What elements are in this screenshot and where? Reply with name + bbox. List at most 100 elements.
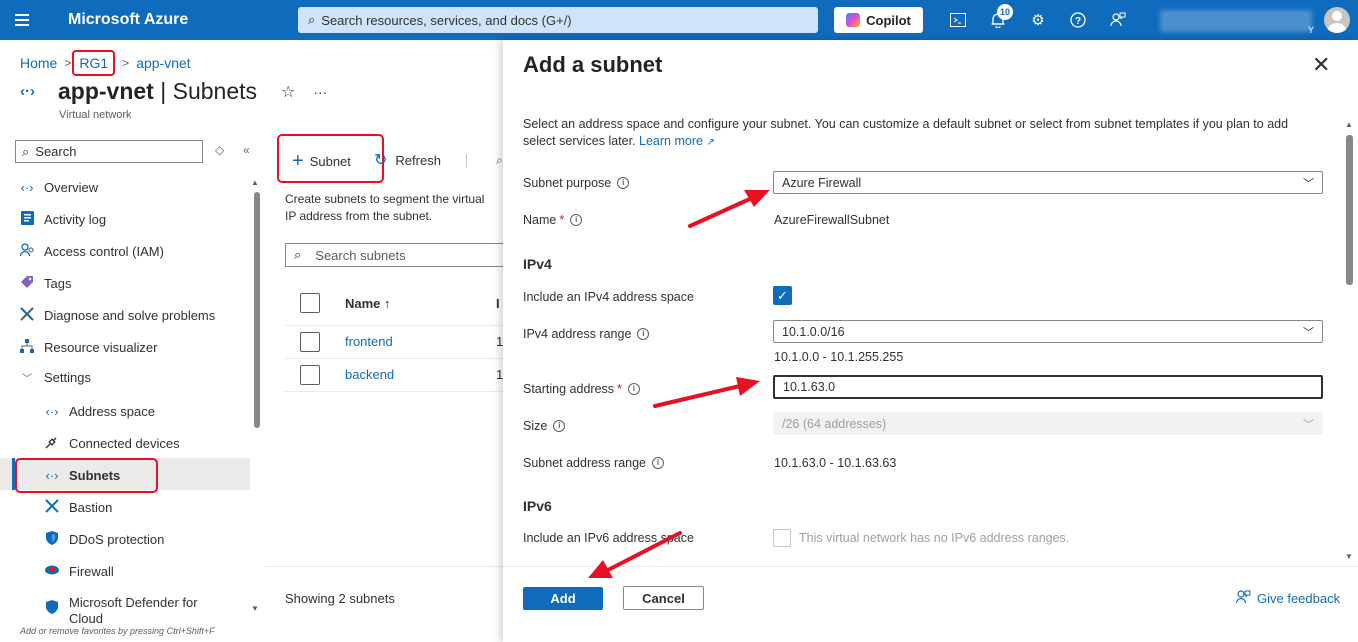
vnet-icon: ‹·›: [20, 83, 35, 100]
sidebar-item-defender[interactable]: Microsoft Defender for Cloud: [42, 590, 249, 626]
search-icon: ⌕: [294, 247, 302, 262]
nav-scroll-up-icon[interactable]: ▲: [251, 178, 259, 187]
subnet-range-label: Subnet address range i: [523, 456, 665, 470]
copilot-icon: [846, 13, 861, 27]
breadcrumb-separator-icon: >: [64, 56, 72, 70]
info-icon[interactable]: i: [570, 214, 583, 226]
sidebar-item-address-space[interactable]: ‹·› Address space: [42, 397, 249, 425]
size-label: Size i: [523, 419, 566, 433]
copilot-label: Copilot: [866, 12, 911, 28]
row-checkbox-backend[interactable]: [300, 365, 320, 385]
page-header: ‹·› app-vnet | Subnets ☆ ···: [20, 78, 327, 105]
hamburger-icon[interactable]: [0, 0, 44, 40]
sidebar-item-diagnose[interactable]: Diagnose and solve problems: [17, 301, 249, 329]
sidebar-item-iam[interactable]: Access control (IAM): [17, 237, 249, 265]
tag-icon: [17, 275, 37, 292]
copilot-button[interactable]: Copilot: [834, 7, 923, 33]
vnet-icon: ‹·›: [20, 179, 34, 195]
refresh-icon: ↻: [374, 152, 388, 169]
column-header-ip[interactable]: I: [496, 296, 500, 311]
row-checkbox-frontend[interactable]: [300, 332, 320, 352]
collapse-nav-icon[interactable]: «: [243, 143, 250, 157]
size-dropdown[interactable]: /26 (64 addresses) ﹀: [773, 412, 1323, 435]
add-subnet-highlight-box: [277, 134, 384, 183]
column-header-name[interactable]: Name ↑: [345, 296, 391, 311]
ipv4-range-dropdown[interactable]: 10.1.0.0/16 ﹀: [773, 320, 1323, 343]
panel-scroll-up-icon[interactable]: ▲: [1345, 120, 1353, 129]
info-icon[interactable]: i: [617, 177, 630, 189]
learn-more-link[interactable]: Learn more ↗: [639, 134, 715, 148]
close-icon[interactable]: ✕: [1312, 52, 1330, 78]
sidebar-group-settings[interactable]: ﹀ Settings: [17, 363, 249, 391]
sidebar-item-bastion[interactable]: Bastion: [42, 493, 249, 521]
subnet-range-value: 10.1.63.0 - 10.1.63.63: [774, 456, 897, 470]
select-all-checkbox[interactable]: [300, 293, 320, 313]
chevron-down-icon: ﹀: [1303, 178, 1314, 190]
info-icon[interactable]: i: [637, 328, 650, 340]
ipv6-disabled-text: This virtual network has no IPv6 address…: [799, 531, 1070, 545]
nav-sort-icon[interactable]: ◇: [215, 143, 224, 157]
refresh-button[interactable]: ↻ Refresh: [374, 150, 441, 170]
feedback-icon[interactable]: [1106, 8, 1130, 32]
breadcrumb-rg1[interactable]: RG1: [72, 50, 116, 76]
subnet-purpose-dropdown[interactable]: Azure Firewall ﹀: [773, 171, 1323, 194]
sidebar-item-connected-devices[interactable]: Connected devices: [42, 429, 249, 457]
breadcrumb-home[interactable]: Home: [20, 55, 57, 71]
global-search-input[interactable]: ⌕ Search resources, services, and docs (…: [298, 7, 818, 33]
panel-scrollbar[interactable]: [1346, 135, 1353, 285]
user-account-name[interactable]: [1160, 10, 1312, 32]
sidebar-item-tags[interactable]: Tags: [17, 269, 249, 297]
gear-icon[interactable]: ⚙: [1026, 8, 1050, 32]
nav-scroll-down-icon[interactable]: ▼: [251, 604, 259, 613]
subnet-name-value: AzureFirewallSubnet: [774, 213, 890, 227]
panel-description: Select an address space and configure yo…: [523, 117, 1289, 148]
starting-address-input[interactable]: 10.1.63.0: [773, 375, 1323, 399]
subnet-count: Showing 2 subnets: [285, 591, 395, 606]
include-ipv6-checkbox[interactable]: [773, 529, 791, 547]
avatar[interactable]: [1324, 7, 1350, 33]
sidebar-item-activity-log[interactable]: Activity log: [17, 205, 249, 233]
subnet-link-backend[interactable]: backend: [345, 367, 394, 382]
cancel-button[interactable]: Cancel: [623, 586, 704, 610]
svg-text:?: ?: [1075, 16, 1081, 27]
nav-scrollbar[interactable]: [254, 192, 260, 428]
search-subnets-input[interactable]: ⌕ Search subnets: [285, 243, 503, 267]
firewall-icon: [42, 564, 62, 579]
sidebar-item-overview[interactable]: ‹·› Overview: [17, 173, 249, 201]
favorite-star-icon[interactable]: ☆: [281, 82, 295, 102]
breadcrumb-app-vnet[interactable]: app-vnet: [136, 55, 190, 71]
info-icon[interactable]: i: [652, 457, 665, 469]
include-ipv4-checkbox[interactable]: ✓: [773, 286, 792, 305]
cloud-shell-icon[interactable]: [946, 8, 970, 32]
subnets-highlight-box: [15, 458, 158, 493]
ipv6-section-heading: IPv6: [523, 498, 552, 514]
nav-search-input[interactable]: ⌕ Search: [15, 140, 203, 163]
brand-name[interactable]: Microsoft Azure: [68, 11, 298, 29]
search-icon: ⌕: [308, 12, 316, 27]
chevron-down-icon: ﹀: [1303, 419, 1314, 431]
user-account-suffix: Y: [1308, 25, 1315, 35]
nav-footer-hint: Add or remove favorites by pressing Ctrl…: [20, 626, 215, 636]
toolbar-divider: [466, 154, 467, 168]
ipv4-range-label: IPv4 address range i: [523, 327, 650, 341]
add-button[interactable]: Add: [523, 587, 603, 610]
bastion-icon: [42, 498, 62, 516]
info-icon[interactable]: i: [553, 420, 566, 432]
shield-icon: [42, 530, 62, 548]
external-link-icon: ↗: [706, 137, 715, 148]
subnet-link-frontend[interactable]: frontend: [345, 334, 393, 349]
row-divider: [285, 325, 503, 326]
sidebar-item-ddos-protection[interactable]: DDoS protection: [42, 525, 249, 553]
search-icon[interactable]: ⌕: [496, 153, 503, 168]
panel-scroll-down-icon[interactable]: ▼: [1345, 552, 1353, 561]
give-feedback-link[interactable]: Give feedback: [1235, 590, 1340, 607]
sidebar-item-resource-visualizer[interactable]: Resource visualizer: [17, 333, 249, 361]
info-icon[interactable]: i: [627, 383, 640, 395]
sidebar-item-firewall[interactable]: Firewall: [42, 557, 249, 585]
page-subtitle: Virtual network: [59, 109, 132, 121]
feedback-icon: [1235, 590, 1251, 607]
include-ipv6-label: Include an IPv6 address space: [523, 531, 694, 545]
row-divider: [285, 391, 503, 392]
more-options-icon[interactable]: ···: [313, 84, 327, 100]
help-icon[interactable]: ?: [1066, 8, 1090, 32]
